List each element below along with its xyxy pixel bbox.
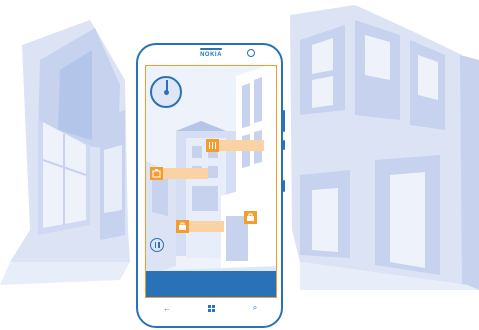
- compass-icon[interactable]: [150, 76, 182, 108]
- shopping-icon: [244, 211, 257, 224]
- poi-shop[interactable]: [244, 211, 257, 224]
- poi-label: [219, 140, 264, 151]
- phone-speaker: [200, 48, 222, 50]
- front-camera-icon: [247, 49, 255, 57]
- shopping-icon: [176, 220, 189, 233]
- lodging-icon: [150, 167, 163, 180]
- search-icon[interactable]: ⌕: [247, 303, 263, 313]
- windows-start-icon[interactable]: [203, 304, 219, 312]
- poi-label: [189, 221, 224, 232]
- navigation-bar: ← ⌕: [145, 300, 277, 316]
- poi-shop[interactable]: [176, 220, 224, 233]
- phone-brand: NOKIA: [200, 52, 222, 58]
- volume-button[interactable]: [283, 110, 285, 132]
- phone-screen: [145, 65, 277, 298]
- poi-lodging[interactable]: [150, 167, 208, 180]
- app-bar[interactable]: [146, 271, 276, 297]
- poi-label: [163, 168, 208, 179]
- power-button[interactable]: [283, 140, 285, 150]
- back-icon[interactable]: ←: [159, 304, 175, 313]
- camera-button[interactable]: [283, 180, 285, 192]
- pause-button[interactable]: [150, 238, 164, 252]
- restaurant-icon: [206, 139, 219, 152]
- poi-restaurant[interactable]: [206, 139, 264, 152]
